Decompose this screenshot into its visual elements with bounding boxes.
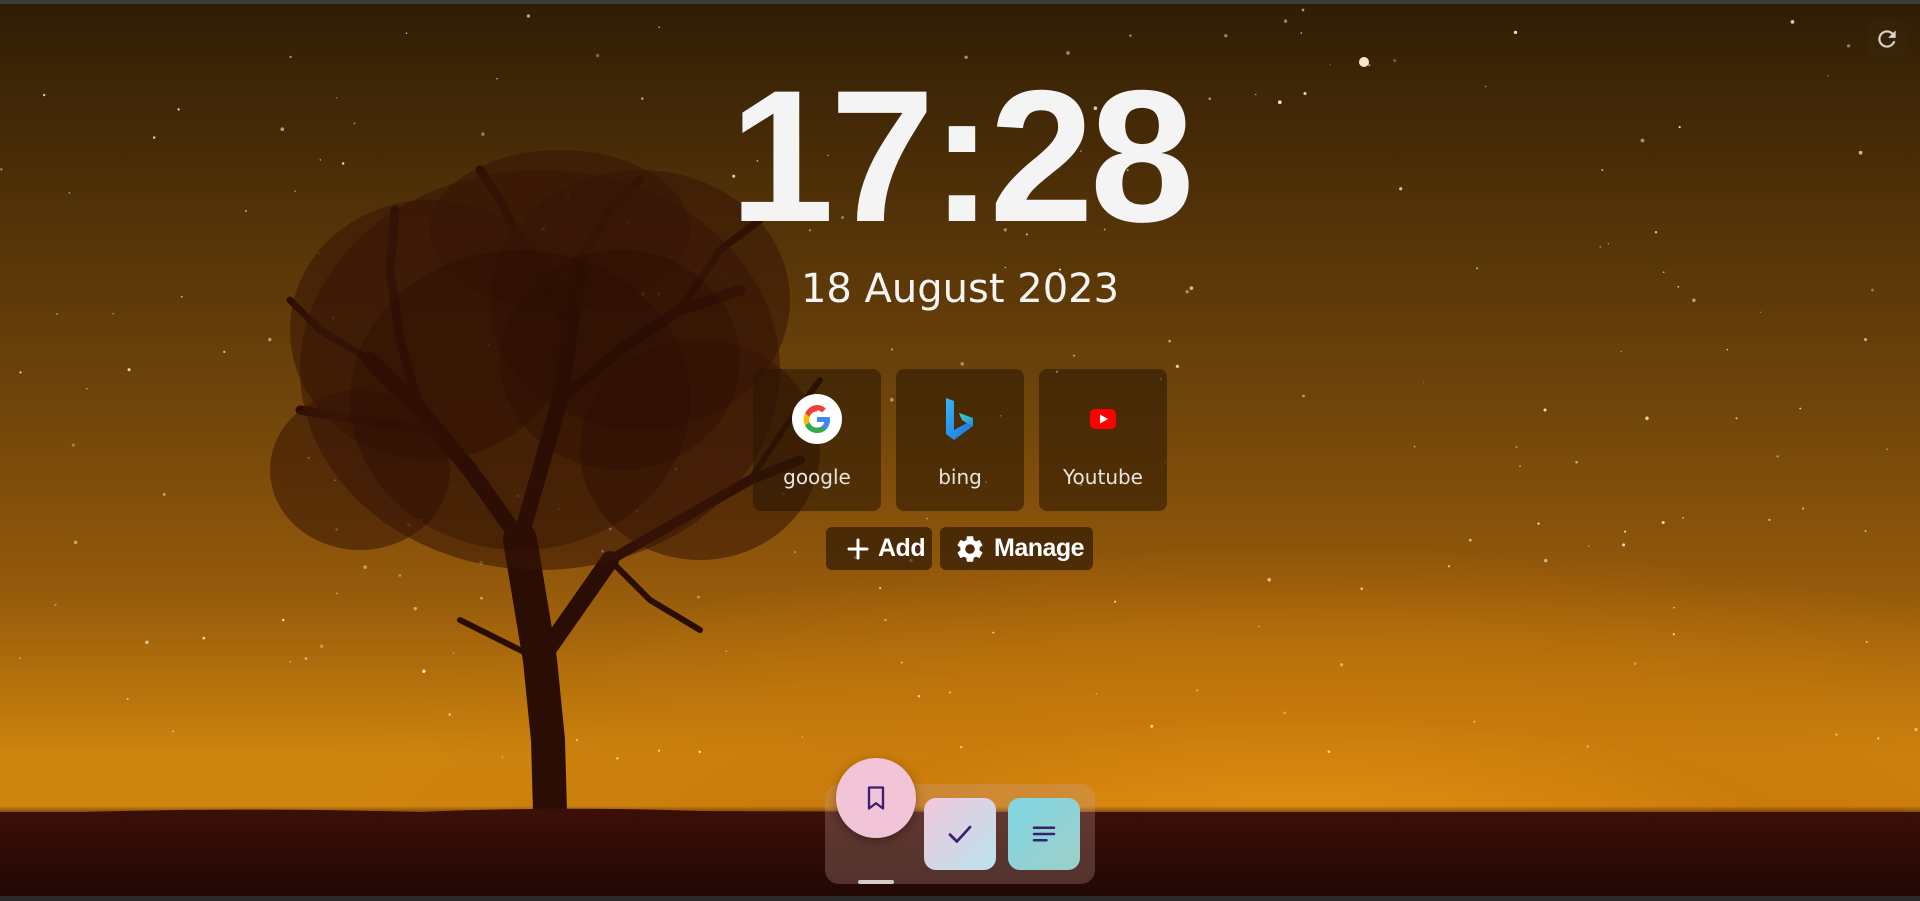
shortcut-google[interactable]: google [753, 369, 881, 511]
shortcut-label: bing [938, 465, 982, 489]
dock-notes-button[interactable] [1008, 798, 1080, 870]
shortcut-label: Youtube [1063, 465, 1143, 489]
check-icon [948, 825, 972, 843]
window-bottom-border [0, 896, 1920, 901]
dock-active-indicator [858, 880, 894, 884]
add-label: Add [878, 534, 926, 562]
dock-todo-button[interactable] [924, 798, 996, 870]
dock-bookmarks-button[interactable] [836, 758, 916, 838]
bookmark-icon [867, 786, 885, 810]
clock-time: 17:28 [729, 51, 1195, 261]
shortcut-youtube[interactable]: Youtube [1039, 369, 1167, 511]
manage-shortcuts-button[interactable]: Manage [940, 527, 1093, 570]
plus-icon [838, 537, 878, 561]
gear-icon [950, 533, 990, 565]
notes-icon [1032, 826, 1056, 842]
google-icon [792, 394, 842, 444]
refresh-wallpaper-button[interactable] [1868, 20, 1906, 58]
bing-icon [935, 394, 985, 444]
youtube-icon [1078, 394, 1128, 444]
shortcut-label: google [783, 465, 851, 489]
refresh-icon [1878, 30, 1896, 48]
manage-label: Manage [994, 534, 1085, 562]
clock-date: 18 August 2023 [800, 266, 1120, 312]
add-shortcut-button[interactable]: Add [826, 527, 932, 570]
new-tab-page: 17:28 18 August 2023 google bing Youtube… [0, 0, 1920, 901]
shortcut-bing[interactable]: bing [896, 369, 1024, 511]
